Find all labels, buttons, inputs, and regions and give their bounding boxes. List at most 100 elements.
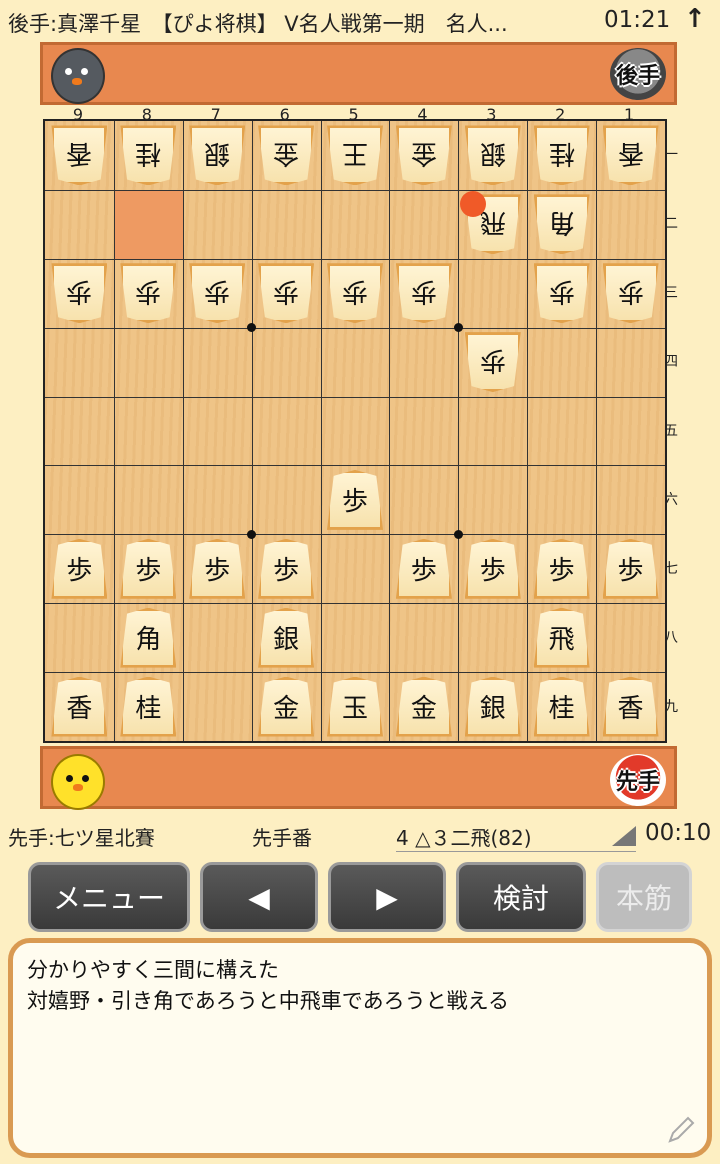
- top-header: 後手:真澤千星 【ぴよ将棋】 V名人戦第一期 名人... 01:21 ↑: [0, 0, 720, 42]
- game-title: 後手:真澤千星 【ぴよ将棋】 V名人戦第一期 名人...: [8, 12, 508, 36]
- comment-line-2: 対嬉野・引き角であろうと中飛車であろうと戦える: [27, 989, 509, 1013]
- sente-pawn-3-7[interactable]: 歩: [464, 538, 521, 599]
- gote-clock: 01:21: [604, 7, 671, 33]
- sente-pawn-8-7[interactable]: 歩: [120, 538, 177, 599]
- status-bar: 先手:七ツ星北賽 先手番 4 △３二飛(82) 00:10: [0, 812, 720, 858]
- sente-knight-2-9[interactable]: 桂: [533, 676, 590, 737]
- piece-char: 歩: [479, 344, 506, 375]
- sente-lance-1-9[interactable]: 香: [602, 676, 659, 737]
- sente-pawn-6-7[interactable]: 歩: [258, 538, 315, 599]
- sente-pawn-5-6[interactable]: 歩: [327, 469, 383, 530]
- gote-silver-7-1[interactable]: 銀: [189, 125, 246, 186]
- piece-char: 歩: [135, 556, 162, 587]
- sente-piece-stand[interactable]: 先手: [40, 746, 677, 810]
- sente-pawn-2-7[interactable]: 歩: [533, 538, 590, 599]
- sente-lance-9-9[interactable]: 香: [51, 676, 108, 737]
- mainline-button[interactable]: 本筋: [596, 862, 692, 932]
- sente-rook-2-8[interactable]: 飛: [533, 607, 590, 668]
- piece-char: 歩: [410, 275, 437, 306]
- move-selector[interactable]: 4 △３二飛(82): [396, 822, 636, 852]
- piece-char: 角: [135, 625, 162, 656]
- piece-char: 香: [66, 694, 93, 725]
- gote-gold-6-1[interactable]: 金: [258, 125, 315, 186]
- piece-char: 桂: [135, 694, 162, 725]
- piece-char: 歩: [548, 556, 575, 587]
- piece-char: 歩: [204, 556, 231, 587]
- gote-pawn-2-3[interactable]: 歩: [533, 263, 590, 324]
- gote-piece-stand[interactable]: 後手: [40, 42, 677, 105]
- gote-knight-8-1[interactable]: 桂: [120, 125, 177, 186]
- grid-line: [182, 121, 184, 741]
- piece-char: 歩: [273, 275, 300, 306]
- menu-button[interactable]: メニュー: [28, 862, 190, 932]
- piece-char: 銀: [479, 137, 506, 168]
- piece-char: 玉: [341, 694, 368, 725]
- piece-char: 歩: [548, 275, 575, 306]
- piece-char: 桂: [548, 137, 575, 168]
- shogi-board[interactable]: 香桂銀金王金銀桂香飛角歩歩歩歩歩歩歩歩歩歩歩歩歩歩歩歩歩歩角銀飛香桂金玉金銀桂香: [43, 119, 667, 743]
- piece-char: 歩: [617, 275, 644, 306]
- gote-pawn-6-3[interactable]: 歩: [258, 263, 315, 324]
- next-move-button[interactable]: ▶: [328, 862, 446, 932]
- gote-badge: 後手: [610, 48, 666, 100]
- grid-line: [251, 121, 253, 741]
- comment-line-1: 分かりやすく三間に構えた: [27, 958, 279, 982]
- sente-pawn-1-7[interactable]: 歩: [602, 538, 659, 599]
- piece-char: 香: [617, 137, 644, 168]
- star-point: [453, 323, 463, 333]
- gote-knight-2-1[interactable]: 桂: [533, 125, 590, 186]
- gote-pawn-3-4[interactable]: 歩: [464, 332, 521, 393]
- gote-silver-3-1[interactable]: 銀: [464, 125, 521, 186]
- piece-char: 銀: [204, 137, 231, 168]
- sente-king-5-9[interactable]: 玉: [327, 676, 383, 737]
- sente-knight-8-9[interactable]: 桂: [120, 676, 177, 737]
- gote-king-5-1[interactable]: 王: [327, 125, 383, 186]
- turn-indicator: 先手番: [252, 826, 312, 850]
- piece-char: 歩: [66, 556, 93, 587]
- grid-line: [45, 465, 665, 467]
- prev-move-button[interactable]: ◀: [200, 862, 318, 932]
- gote-pawn-9-3[interactable]: 歩: [51, 263, 108, 324]
- comment-box[interactable]: 分かりやすく三間に構えた 対嬉野・引き角であろうと中飛車であろうと戦える: [8, 938, 712, 1158]
- star-point: [247, 323, 257, 333]
- piece-char: 桂: [548, 694, 575, 725]
- sente-gold-6-9[interactable]: 金: [258, 676, 315, 737]
- gote-bishop-2-2[interactable]: 角: [533, 194, 590, 255]
- piece-char: 金: [273, 694, 300, 725]
- move-origin-highlight: [113, 189, 183, 259]
- grid-line: [45, 672, 665, 674]
- dropdown-triangle-icon[interactable]: [612, 826, 636, 846]
- flip-arrow-icon[interactable]: ↑: [684, 4, 706, 34]
- gote-lance-9-1[interactable]: 香: [51, 125, 108, 186]
- sente-pawn-4-7[interactable]: 歩: [395, 538, 452, 599]
- sente-bishop-8-8[interactable]: 角: [120, 607, 177, 668]
- piece-char: 金: [410, 694, 437, 725]
- gote-lance-1-1[interactable]: 香: [602, 125, 659, 186]
- analyze-button[interactable]: 検討: [456, 862, 586, 932]
- piece-char: 金: [273, 137, 300, 168]
- gote-pawn-4-3[interactable]: 歩: [395, 263, 452, 324]
- piece-char: 金: [410, 137, 437, 168]
- gote-pawn-1-3[interactable]: 歩: [602, 263, 659, 324]
- grid-line: [45, 534, 665, 536]
- grid-line: [458, 121, 460, 741]
- piece-char: 歩: [135, 275, 162, 306]
- sente-silver-3-9[interactable]: 銀: [464, 676, 521, 737]
- piece-char: 歩: [66, 275, 93, 306]
- sente-pawn-9-7[interactable]: 歩: [51, 538, 108, 599]
- sente-silver-6-8[interactable]: 銀: [258, 607, 315, 668]
- gote-pawn-8-3[interactable]: 歩: [120, 263, 177, 324]
- piece-char: 桂: [135, 137, 162, 168]
- piece-char: 王: [341, 137, 368, 168]
- gote-gold-4-1[interactable]: 金: [395, 125, 452, 186]
- sente-badge: 先手: [610, 754, 666, 806]
- grid-line: [45, 396, 665, 398]
- grid-line: [45, 327, 665, 329]
- sente-gold-4-9[interactable]: 金: [395, 676, 452, 737]
- gote-pawn-7-3[interactable]: 歩: [189, 263, 246, 324]
- grid-line: [113, 121, 115, 741]
- gote-pawn-5-3[interactable]: 歩: [327, 263, 383, 324]
- piece-char: 歩: [410, 556, 437, 587]
- edit-pencil-icon[interactable]: [664, 1113, 698, 1147]
- sente-pawn-7-7[interactable]: 歩: [189, 538, 246, 599]
